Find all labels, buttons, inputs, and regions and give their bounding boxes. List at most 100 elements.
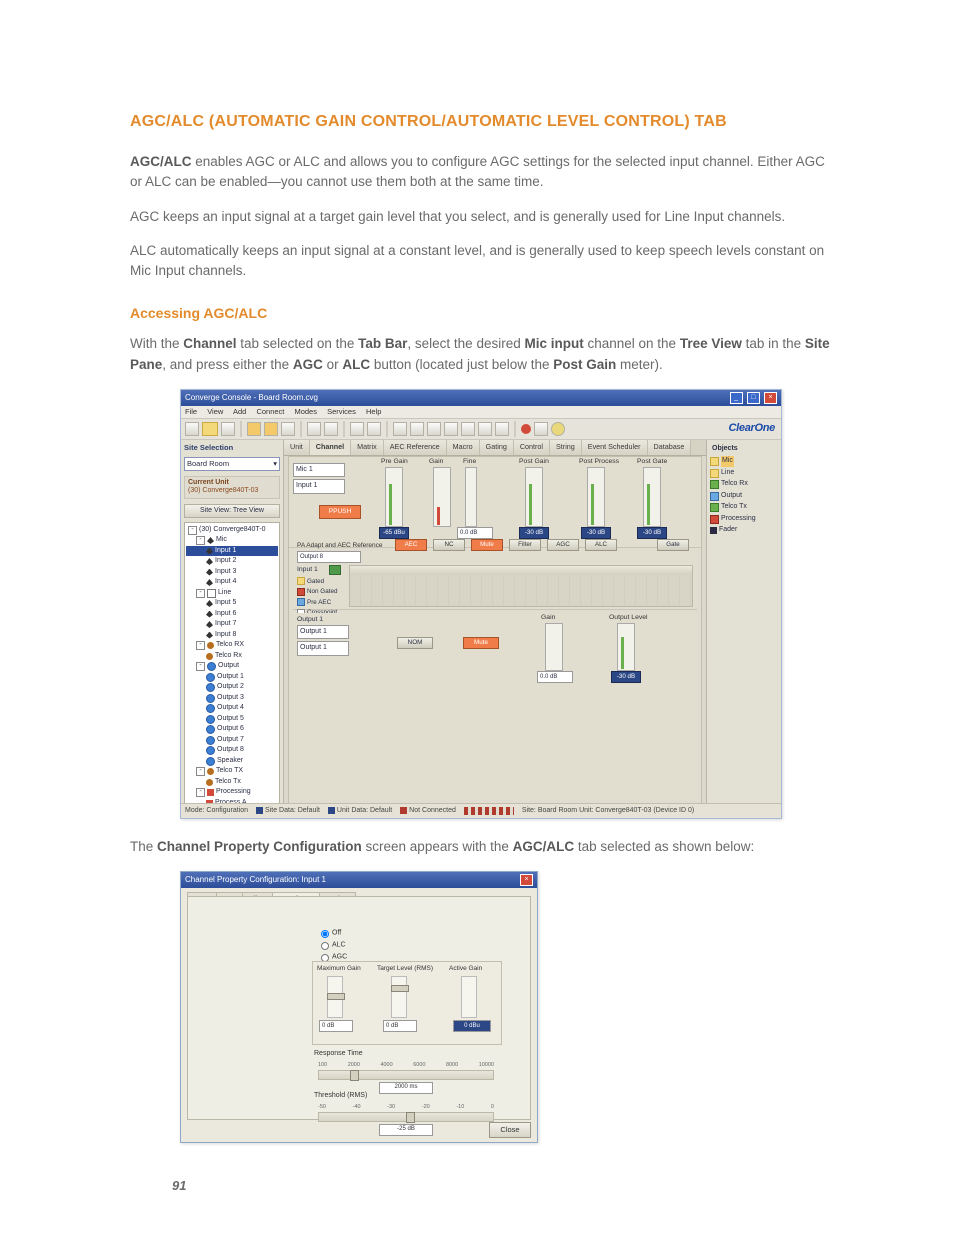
object-fader[interactable]: Fader [719,525,737,536]
tree-view[interactable]: -(30) Converge840T-0 -Mic Input 1 Input … [184,522,280,805]
toolbar-icon[interactable] [495,422,509,436]
dialog-titlebar[interactable]: Channel Property Configuration: Input 1 … [181,872,537,888]
tab-matrix[interactable]: Matrix [351,440,384,455]
maximize-icon[interactable]: □ [747,392,760,404]
tab-channel[interactable]: Channel [310,440,351,455]
tree-output[interactable]: Output [218,661,239,672]
site-view-button[interactable]: Site View: Tree View [184,504,280,518]
gate-button[interactable]: Gate [657,539,689,551]
tree-item[interactable]: Output 8 [217,745,244,756]
tree-line[interactable]: Line [218,588,231,599]
tab-aec-reference[interactable]: AEC Reference [384,440,447,455]
tree-item[interactable]: Input 7 [215,619,236,630]
toolbar-icon[interactable] [350,422,364,436]
input-id-field[interactable]: Input 1 [293,479,345,494]
toolbar-icon[interactable] [247,422,261,436]
close-button[interactable]: Close [489,1122,531,1138]
menu-modes[interactable]: Modes [294,407,317,416]
toolbar-icon[interactable] [202,422,218,436]
tree-item[interactable]: Output 7 [217,735,244,746]
menu-view[interactable]: View [207,407,223,416]
radio-off[interactable]: Off [316,927,347,939]
tree-mic[interactable]: Mic [216,535,227,546]
mute-button[interactable]: Mute [471,539,503,551]
collapse-icon[interactable]: - [196,641,205,650]
toolbar-icon[interactable] [393,422,407,436]
toolbar-icon[interactable] [221,422,235,436]
record-icon[interactable] [521,424,531,434]
toolbar-icon[interactable] [281,422,295,436]
tab-event-scheduler[interactable]: Event Scheduler [582,440,648,455]
threshold-slider[interactable] [318,1112,494,1122]
minimize-icon[interactable]: _ [730,392,743,404]
collapse-icon[interactable]: - [196,589,205,598]
output-gain-spinner[interactable]: 0.0 dB [537,671,573,683]
collapse-icon[interactable]: - [188,526,197,535]
toolbar-icon[interactable] [264,422,278,436]
output-gain-slider[interactable] [545,623,563,671]
matrix-grid[interactable] [349,565,693,607]
tree-item[interactable]: Output 5 [217,714,244,725]
tree-item[interactable]: Output 4 [217,703,244,714]
tab-macro[interactable]: Macro [447,440,480,455]
menu-help[interactable]: Help [366,407,381,416]
toolbar-icon[interactable] [444,422,458,436]
filter-button[interactable]: Filter [509,539,541,551]
threshold-spinner[interactable]: -25 dB [379,1124,433,1136]
toolbar-icon[interactable] [185,422,199,436]
tree-input-1[interactable]: Input 1 [215,546,236,557]
aec-button[interactable]: AEC [395,539,427,551]
toolbar-icon[interactable] [307,422,321,436]
object-telcorx[interactable]: Telco Rx [721,479,748,490]
tree-item[interactable]: Output 2 [217,682,244,693]
tree-item[interactable]: Input 4 [215,577,236,588]
object-processing[interactable]: Processing [721,514,756,525]
close-icon[interactable]: × [520,874,533,886]
radio-alc[interactable]: ALC [316,939,347,951]
alc-button[interactable]: ALC [585,539,617,551]
menu-add[interactable]: Add [233,407,246,416]
window-titlebar[interactable]: Converge Console - Board Room.cvg _ □ × [181,390,781,406]
output-mute-button[interactable]: Mute [463,637,499,649]
tree-item[interactable]: Telco Rx [215,651,242,662]
tree-telcotx[interactable]: Telco TX [216,766,243,777]
collapse-icon[interactable]: - [196,662,205,671]
toolbar-icon[interactable] [478,422,492,436]
nc-button[interactable]: NC [433,539,465,551]
matrix-enable-toggle[interactable] [329,565,341,575]
toolbar-icon[interactable] [534,422,548,436]
tab-string[interactable]: String [550,440,582,455]
menu-file[interactable]: File [185,407,197,416]
tab-database[interactable]: Database [648,440,692,455]
object-mic[interactable]: Mic [721,456,734,467]
object-output[interactable]: Output [721,491,742,502]
ppush-button[interactable]: PPUSH [319,505,361,519]
tab-control[interactable]: Control [514,440,550,455]
tree-item[interactable]: Telco Tx [215,777,241,788]
toolbar-icon[interactable] [427,422,441,436]
pa-ref-dropdown[interactable]: Output 8 [297,551,361,563]
tree-item[interactable]: Input 5 [215,598,236,609]
output-name-field[interactable]: Output 1 [297,625,349,640]
maxgain-spinner[interactable]: 0 dB [319,1020,353,1032]
tree-item[interactable]: Output 6 [217,724,244,735]
maxgain-slider[interactable] [327,976,343,1018]
tree-item[interactable]: Input 2 [215,556,236,567]
tree-item[interactable]: Input 3 [215,567,236,578]
tree-root[interactable]: (30) Converge840T-0 [199,525,266,536]
response-time-slider[interactable] [318,1070,494,1080]
toolbar-icon[interactable] [410,422,424,436]
collapse-icon[interactable]: - [196,767,205,776]
tab-gating[interactable]: Gating [480,440,514,455]
close-icon[interactable]: × [764,392,777,404]
help-icon[interactable] [551,422,565,436]
tree-item[interactable]: Input 8 [215,630,236,641]
agc-button[interactable]: AGC [547,539,579,551]
toolbar-icon[interactable] [367,422,381,436]
collapse-icon[interactable]: - [196,536,205,545]
output-id-field[interactable]: Output 1 [297,641,349,656]
input-name-field[interactable]: Mic 1 [293,463,345,478]
tree-item[interactable]: Input 6 [215,609,236,620]
gain-slider[interactable] [433,467,451,527]
tab-unit[interactable]: Unit [284,440,310,455]
